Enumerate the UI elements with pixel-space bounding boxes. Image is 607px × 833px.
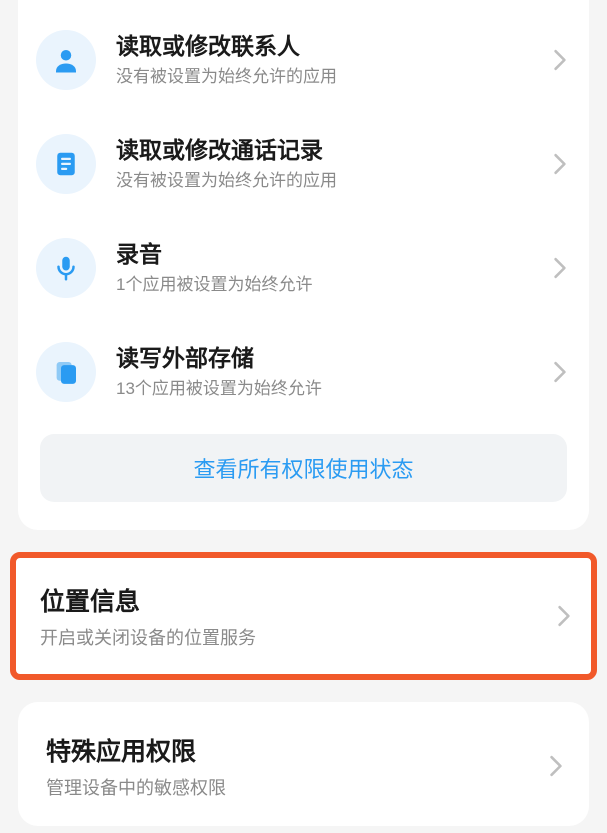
permission-title: 读取或修改联系人 [116,32,545,62]
chevron-right-icon [549,755,563,777]
view-all-label: 查看所有权限使用状态 [193,452,413,484]
special-text: 特殊应用权限 管理设备中的敏感权限 [46,732,541,800]
calllog-icon [36,134,96,194]
location-card-highlight: 位置信息 开启或关闭设备的位置服务 [10,552,597,680]
location-title: 位置信息 [40,582,549,618]
microphone-icon [36,238,96,298]
permission-text: 读取或修改联系人 没有被设置为始终允许的应用 [116,32,545,88]
permission-row-storage[interactable]: 读写外部存储 13个应用被设置为始终允许 [18,320,589,424]
location-subtitle: 开启或关闭设备的位置服务 [40,624,549,650]
permission-subtitle: 1个应用被设置为始终允许 [116,274,545,296]
permission-title: 读写外部存储 [116,344,545,374]
chevron-right-icon [553,49,567,71]
permission-text: 录音 1个应用被设置为始终允许 [116,240,545,296]
permission-row-calllog[interactable]: 读取或修改通话记录 没有被设置为始终允许的应用 [18,112,589,216]
permission-row-microphone[interactable]: 录音 1个应用被设置为始终允许 [18,216,589,320]
permission-text: 读取或修改通话记录 没有被设置为始终允许的应用 [116,136,545,192]
chevron-right-icon [557,605,571,627]
special-title: 特殊应用权限 [46,732,541,768]
permission-title: 录音 [116,240,545,270]
permission-row-contacts[interactable]: 读取或修改联系人 没有被设置为始终允许的应用 [18,8,589,112]
location-text: 位置信息 开启或关闭设备的位置服务 [40,582,549,650]
view-all-permissions-button[interactable]: 查看所有权限使用状态 [40,434,567,502]
chevron-right-icon [553,257,567,279]
permission-subtitle: 没有被设置为始终允许的应用 [116,170,545,192]
permission-title: 读取或修改通话记录 [116,136,545,166]
contacts-icon [36,30,96,90]
special-permissions-card: 特殊应用权限 管理设备中的敏感权限 [18,702,589,826]
permissions-card: 读取或修改联系人 没有被设置为始终允许的应用 读取或修改通话记录 没有被设置为始… [18,0,589,530]
chevron-right-icon [553,361,567,383]
location-row[interactable]: 位置信息 开启或关闭设备的位置服务 [22,564,585,668]
storage-icon [36,342,96,402]
special-permissions-row[interactable]: 特殊应用权限 管理设备中的敏感权限 [18,706,589,826]
special-subtitle: 管理设备中的敏感权限 [46,774,541,800]
permission-subtitle: 没有被设置为始终允许的应用 [116,66,545,88]
permission-subtitle: 13个应用被设置为始终允许 [116,378,545,400]
permission-text: 读写外部存储 13个应用被设置为始终允许 [116,344,545,400]
chevron-right-icon [553,153,567,175]
